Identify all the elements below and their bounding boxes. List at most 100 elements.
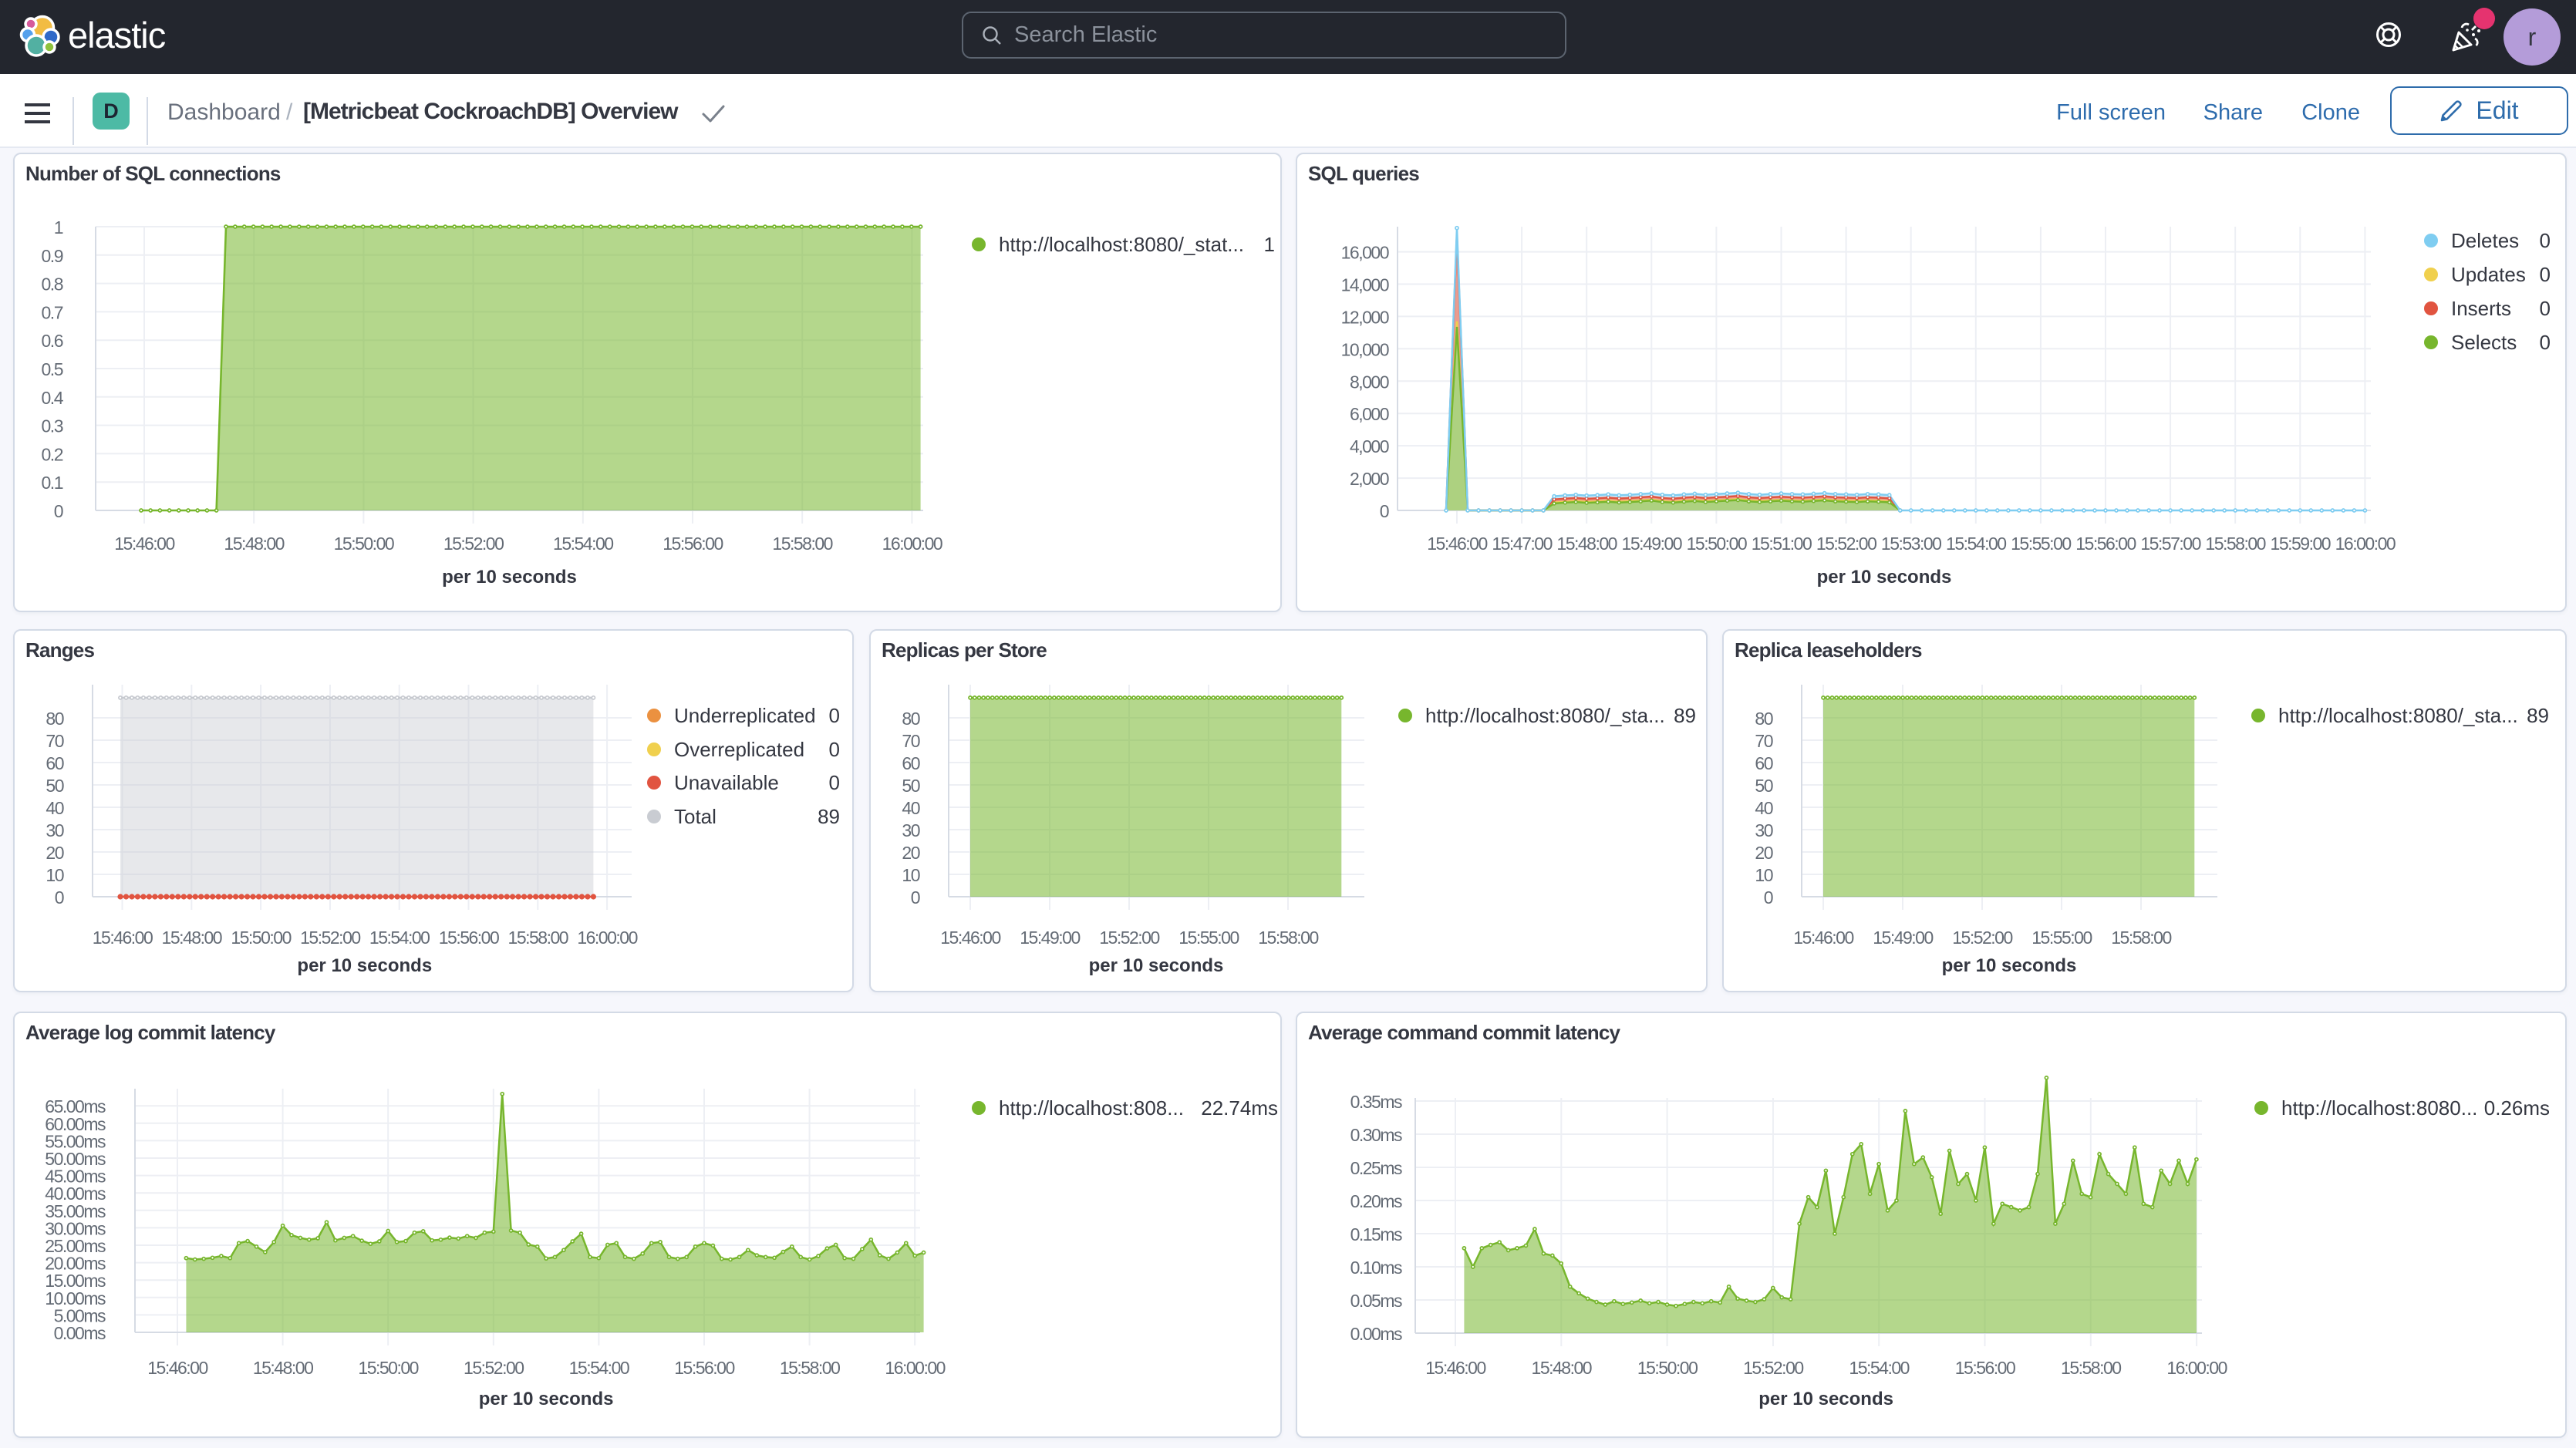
svg-text:80: 80 [1755,709,1772,729]
svg-text:0.4: 0.4 [42,388,64,408]
svg-text:0.15ms: 0.15ms [1350,1224,1402,1244]
svg-text:15:58:00: 15:58:00 [1258,928,1318,948]
svg-text:16:00:00: 16:00:00 [882,534,942,554]
svg-text:80: 80 [902,709,919,729]
svg-text:60.00ms: 60.00ms [45,1114,106,1134]
svg-text:70: 70 [902,731,919,751]
svg-text:15:52:00: 15:52:00 [1743,1358,1803,1378]
svg-text:15:51:00: 15:51:00 [1752,534,1812,554]
svg-text:0.20ms: 0.20ms [1350,1191,1402,1211]
svg-text:15:48:00: 15:48:00 [162,928,222,948]
svg-text:10: 10 [902,865,919,885]
svg-text:per 10 seconds: per 10 seconds [1817,567,1952,588]
svg-text:Unavailable: Unavailable [674,771,779,794]
svg-text:0.7: 0.7 [42,302,63,322]
svg-text:12,000: 12,000 [1341,307,1389,327]
svg-text:15:54:00: 15:54:00 [1849,1358,1909,1378]
svg-text:per 10 seconds: per 10 seconds [479,1389,614,1409]
svg-text:15:48:00: 15:48:00 [253,1358,313,1378]
svg-text:10: 10 [1755,865,1772,885]
svg-text:0.05ms: 0.05ms [1350,1291,1402,1311]
svg-text:15:48:00: 15:48:00 [1532,1358,1592,1378]
svg-text:65.00ms: 65.00ms [45,1096,106,1116]
svg-text:http://localhost:8080/_sta...: http://localhost:8080/_sta... [1425,704,1665,727]
svg-text:70: 70 [1755,731,1772,751]
svg-text:http://localhost:808...: http://localhost:808... [999,1096,1184,1120]
svg-text:Updates: Updates [2451,263,2526,286]
svg-text:Overreplicated: Overreplicated [674,738,804,761]
svg-text:http://localhost:8080/_stat...: http://localhost:8080/_stat... [999,233,1244,256]
svg-text:15:55:00: 15:55:00 [1178,928,1239,948]
svg-text:Selects: Selects [2451,331,2517,354]
svg-text:15:54:00: 15:54:00 [1946,534,2006,554]
svg-text:15:50:00: 15:50:00 [1687,534,1747,554]
svg-text:0.6: 0.6 [42,331,63,351]
svg-text:25.00ms: 25.00ms [45,1236,106,1256]
svg-text:30: 30 [1755,820,1772,840]
svg-text:89: 89 [818,805,840,828]
svg-text:60: 60 [902,753,919,773]
svg-text:0: 0 [55,887,64,908]
svg-text:20.00ms: 20.00ms [45,1254,106,1274]
svg-text:15:52:00: 15:52:00 [1816,534,1876,554]
svg-text:0.30ms: 0.30ms [1350,1125,1402,1145]
svg-text:15:49:00: 15:49:00 [1873,928,1933,948]
svg-text:60: 60 [1755,753,1772,773]
svg-text:per 10 seconds: per 10 seconds [1089,955,1224,976]
svg-text:15:52:00: 15:52:00 [464,1358,524,1378]
svg-text:0.10ms: 0.10ms [1350,1258,1402,1278]
svg-text:0: 0 [1764,887,1773,908]
svg-text:0.5: 0.5 [42,359,63,379]
svg-text:0: 0 [829,771,840,794]
svg-text:60: 60 [46,753,63,773]
svg-text:16:00:00: 16:00:00 [2335,534,2396,554]
svg-text:50: 50 [46,776,63,796]
svg-text:1: 1 [1264,233,1275,256]
svg-text:15:46:00: 15:46:00 [147,1358,207,1378]
svg-text:15.00ms: 15.00ms [45,1271,106,1291]
svg-text:15:52:00: 15:52:00 [1952,928,2012,948]
svg-text:0.2: 0.2 [42,444,63,464]
svg-text:15:50:00: 15:50:00 [334,534,394,554]
svg-text:0.9: 0.9 [42,246,63,266]
svg-text:15:58:00: 15:58:00 [508,928,568,948]
svg-text:0.3: 0.3 [42,416,63,436]
svg-text:15:57:00: 15:57:00 [2140,534,2200,554]
svg-text:0.00ms: 0.00ms [54,1323,106,1343]
svg-text:15:54:00: 15:54:00 [553,534,613,554]
svg-text:15:49:00: 15:49:00 [1020,928,1080,948]
svg-text:16:00:00: 16:00:00 [2166,1358,2227,1378]
svg-text:0: 0 [829,738,840,761]
svg-text:30.00ms: 30.00ms [45,1218,106,1238]
svg-text:Inserts: Inserts [2451,297,2511,320]
svg-text:30: 30 [46,820,63,840]
svg-text:15:46:00: 15:46:00 [114,534,174,554]
svg-text:20: 20 [46,843,63,863]
svg-text:15:56:00: 15:56:00 [439,928,499,948]
svg-text:16,000: 16,000 [1341,243,1389,263]
svg-text:8,000: 8,000 [1350,372,1389,392]
svg-text:50.00ms: 50.00ms [45,1149,106,1169]
svg-text:40.00ms: 40.00ms [45,1184,106,1204]
svg-text:0: 0 [2540,297,2551,320]
svg-text:Underreplicated: Underreplicated [674,704,816,727]
svg-text:0.25ms: 0.25ms [1350,1158,1402,1178]
svg-text:5.00ms: 5.00ms [54,1305,106,1325]
svg-text:15:56:00: 15:56:00 [663,534,723,554]
svg-text:15:58:00: 15:58:00 [2111,928,2171,948]
svg-text:15:49:00: 15:49:00 [1622,534,1682,554]
svg-text:per 10 seconds: per 10 seconds [1942,955,2077,976]
svg-text:0.1: 0.1 [42,473,63,493]
svg-text:0: 0 [2540,229,2551,252]
svg-text:45.00ms: 45.00ms [45,1167,106,1187]
svg-text:15:47:00: 15:47:00 [1492,534,1552,554]
svg-text:0.26ms: 0.26ms [2484,1096,2550,1120]
svg-text:0.00ms: 0.00ms [1350,1324,1402,1344]
svg-text:15:48:00: 15:48:00 [224,534,284,554]
svg-text:Deletes: Deletes [2451,229,2519,252]
svg-text:40: 40 [1755,798,1772,818]
svg-text:15:52:00: 15:52:00 [443,534,504,554]
svg-text:55.00ms: 55.00ms [45,1131,106,1151]
svg-text:35.00ms: 35.00ms [45,1201,106,1221]
svg-text:per 10 seconds: per 10 seconds [1758,1389,1893,1409]
